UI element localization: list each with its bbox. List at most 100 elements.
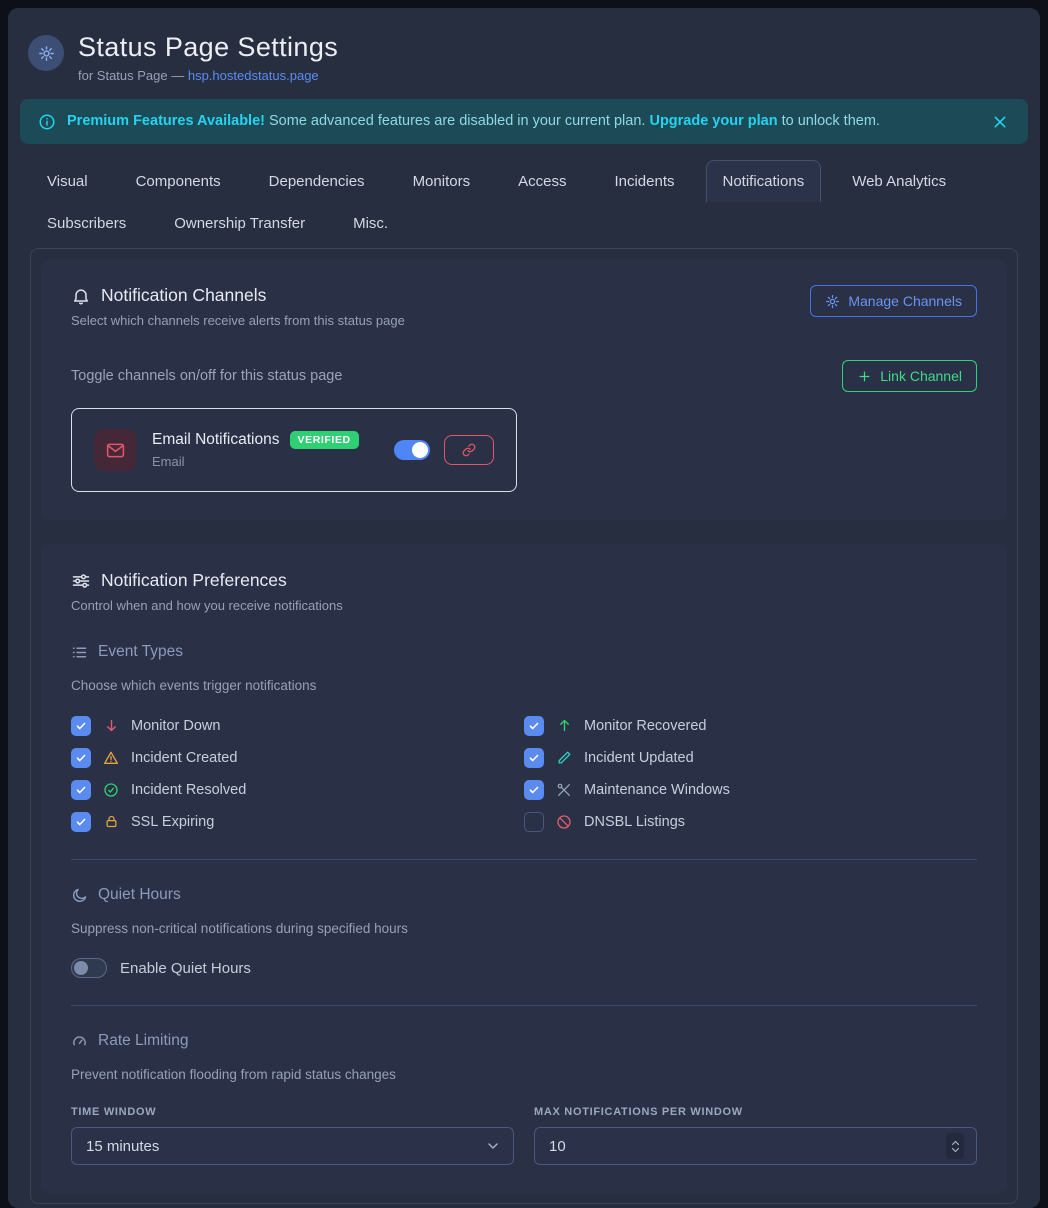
event-types-subtitle: Choose which events trigger notification… — [71, 678, 977, 693]
gear-icon — [825, 294, 840, 309]
event-types-title-text: Event Types — [98, 643, 183, 661]
checkbox-unchecked[interactable] — [524, 812, 544, 832]
time-window-select[interactable]: 15 minutes — [71, 1127, 514, 1165]
notification-channels-card: Notification Channels Select which chann… — [41, 259, 1007, 520]
email-channel-card: Email Notifications VERIFIED Email — [71, 408, 517, 492]
settings-badge — [28, 35, 64, 71]
link-channel-button[interactable]: Link Channel — [842, 360, 977, 392]
checkbox-checked[interactable] — [71, 780, 91, 800]
channels-section-subtitle: Select which channels receive alerts fro… — [71, 313, 405, 328]
tab-incidents[interactable]: Incidents — [597, 160, 691, 202]
email-channel-toggle[interactable] — [394, 440, 430, 460]
event-type-ssl-expiring[interactable]: SSL Expiring — [71, 811, 524, 832]
checkbox-checked[interactable] — [71, 716, 91, 736]
premium-banner: Premium Features Available! Some advance… — [20, 99, 1028, 144]
event-type-label: Maintenance Windows — [584, 782, 730, 798]
quiet-hours-title-text: Quiet Hours — [98, 886, 181, 904]
plus-icon — [857, 369, 872, 384]
event-type-label: DNSBL Listings — [584, 814, 685, 830]
pencil-icon — [555, 750, 573, 765]
preferences-section-title: Notification Preferences — [71, 570, 343, 591]
unlink-channel-button[interactable] — [444, 435, 494, 465]
link-channel-label: Link Channel — [880, 368, 962, 384]
divider — [71, 859, 977, 860]
rate-limiting-title-text: Rate Limiting — [98, 1032, 188, 1050]
event-types-title: Event Types — [71, 643, 977, 661]
tab-notifications[interactable]: Notifications — [706, 160, 822, 202]
tab-visual[interactable]: Visual — [30, 160, 105, 202]
upgrade-plan-link[interactable]: Upgrade your plan — [649, 113, 777, 129]
checkbox-checked[interactable] — [524, 716, 544, 736]
info-icon — [38, 113, 56, 131]
moon-icon — [71, 887, 88, 904]
rate-limiting-title: Rate Limiting — [71, 1032, 977, 1050]
status-page-link[interactable]: hsp.hostedstatus.page — [188, 68, 319, 83]
event-type-monitor-recovered[interactable]: Monitor Recovered — [524, 715, 977, 736]
event-type-label: SSL Expiring — [131, 814, 214, 830]
banner-bold: Premium Features Available! — [67, 113, 265, 129]
email-icon — [94, 429, 136, 471]
list-icon — [71, 644, 88, 661]
max-notifications-input[interactable] — [549, 1138, 946, 1155]
number-stepper[interactable] — [946, 1133, 964, 1159]
tab-subscribers[interactable]: Subscribers — [30, 202, 143, 244]
bell-icon — [71, 286, 91, 306]
banner-message: Premium Features Available! Some advance… — [67, 111, 979, 132]
quiet-hours-title: Quiet Hours — [71, 886, 977, 904]
arrow-down-icon — [102, 718, 120, 733]
event-type-label: Monitor Down — [131, 718, 220, 734]
sliders-icon — [71, 571, 91, 591]
rate-limiting-subtitle: Prevent notification flooding from rapid… — [71, 1067, 977, 1082]
quiet-hours-subsection: Quiet Hours Suppress non-critical notifi… — [71, 886, 977, 978]
notifications-tab-content: Notification Channels Select which chann… — [30, 248, 1018, 1204]
gear-icon — [38, 45, 55, 62]
preferences-title-text: Notification Preferences — [101, 570, 287, 591]
checkbox-checked[interactable] — [524, 780, 544, 800]
tab-access[interactable]: Access — [501, 160, 583, 202]
event-type-incident-updated[interactable]: Incident Updated — [524, 747, 977, 768]
max-notifications-label: MAX NOTIFICATIONS PER WINDOW — [534, 1106, 977, 1118]
close-icon[interactable] — [990, 112, 1010, 132]
check-circle-icon — [102, 782, 120, 798]
event-type-dnsbl-listings[interactable]: DNSBL Listings — [524, 811, 977, 832]
notification-preferences-card: Notification Preferences Control when an… — [41, 544, 1007, 1193]
quiet-hours-toggle[interactable] — [71, 958, 107, 978]
stepper-up-icon — [951, 1140, 960, 1146]
channel-type: Email — [152, 454, 359, 469]
page-subtitle: for Status Page — hsp.hostedstatus.page — [78, 68, 338, 83]
event-type-label: Incident Created — [131, 750, 237, 766]
tab-misc[interactable]: Misc. — [336, 202, 405, 244]
manage-channels-button[interactable]: Manage Channels — [810, 285, 977, 317]
verified-badge: VERIFIED — [290, 431, 359, 449]
event-type-label: Incident Resolved — [131, 782, 246, 798]
checkbox-checked[interactable] — [71, 748, 91, 768]
ban-icon — [555, 814, 573, 830]
banner-suffix: to unlock them. — [778, 113, 880, 129]
event-type-maintenance-windows[interactable]: Maintenance Windows — [524, 779, 977, 800]
event-type-incident-resolved[interactable]: Incident Resolved — [71, 779, 524, 800]
settings-tabs: Visual Components Dependencies Monitors … — [30, 160, 1018, 244]
event-type-incident-created[interactable]: Incident Created — [71, 747, 524, 768]
tab-dependencies[interactable]: Dependencies — [252, 160, 382, 202]
event-type-monitor-down[interactable]: Monitor Down — [71, 715, 524, 736]
divider — [71, 1005, 977, 1006]
time-window-field: TIME WINDOW 15 minutes — [71, 1106, 514, 1165]
tab-ownership-transfer[interactable]: Ownership Transfer — [157, 202, 322, 244]
event-type-label: Monitor Recovered — [584, 718, 707, 734]
link-icon — [462, 443, 476, 457]
tab-row-2: Subscribers Ownership Transfer Misc. — [30, 202, 1018, 244]
event-types-subsection: Event Types Choose which events trigger … — [71, 643, 977, 832]
channels-title-text: Notification Channels — [101, 285, 266, 306]
tab-components[interactable]: Components — [119, 160, 238, 202]
checkbox-checked[interactable] — [71, 812, 91, 832]
checkbox-checked[interactable] — [524, 748, 544, 768]
tools-icon — [555, 782, 573, 798]
toggle-channels-hint: Toggle channels on/off for this status p… — [71, 368, 342, 384]
stepper-down-icon — [951, 1147, 960, 1153]
channel-name: Email Notifications — [152, 431, 280, 449]
tab-monitors[interactable]: Monitors — [396, 160, 488, 202]
tab-web-analytics[interactable]: Web Analytics — [835, 160, 963, 202]
quiet-hours-toggle-label: Enable Quiet Hours — [120, 960, 251, 977]
quiet-hours-subtitle: Suppress non-critical notifications duri… — [71, 921, 977, 936]
rate-limiting-subsection: Rate Limiting Prevent notification flood… — [71, 1032, 977, 1165]
